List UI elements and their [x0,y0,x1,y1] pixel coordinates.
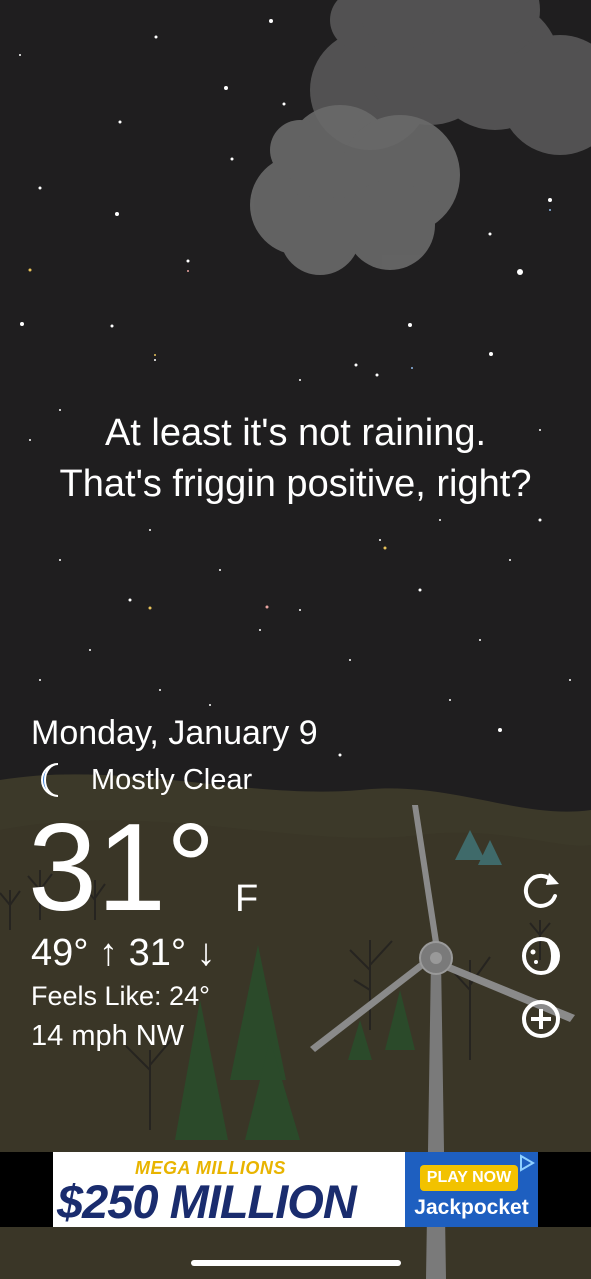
arrow-up-icon: ↑ [99,932,119,974]
condition-label: Mostly Clear [91,763,253,796]
refresh-icon[interactable] [519,868,563,912]
high-temperature: 49° [31,932,89,974]
weather-quote: At least it's not raining. That's friggi… [0,408,591,510]
ad-content[interactable]: MEGA MILLIONS $250 MILLION PLAY NOW Jack… [53,1152,538,1227]
ad-amount: $250 MILLION [57,1175,357,1227]
condition-row: Mostly Clear [36,760,252,800]
cloud [250,0,591,275]
forecast-date: Monday, January 9 [31,714,318,752]
crescent-moon-icon [41,763,59,797]
low-temperature: 31° [128,932,187,974]
add-circle-icon[interactable] [519,997,563,1041]
home-indicator[interactable] [191,1260,401,1266]
ad-choices-icon[interactable] [518,1154,536,1172]
quote-line-1: At least it's not raining. [104,412,487,454]
high-low-temperatures: 49° ↑ 31° ↓ [31,932,216,975]
feels-like: Feels Like: 24° [31,981,210,1011]
ad-banner[interactable]: MEGA MILLIONS $250 MILLION PLAY NOW Jack… [0,1152,591,1227]
quote-line-2: That's friggin positive, right? [59,463,532,505]
arrow-down-icon: ↓ [196,932,216,974]
moon-phase-icon[interactable] [519,934,563,978]
current-temperature: 31° [28,799,216,937]
ad-brand-panel: PLAY NOW Jackpocket [405,1152,538,1227]
wind-speed: 14 mph NW [31,1020,185,1052]
ad-play-now-button[interactable]: PLAY NOW [420,1165,518,1191]
ad-brand-name: Jackpocket [414,1196,529,1219]
temperature-unit: F [235,878,259,920]
